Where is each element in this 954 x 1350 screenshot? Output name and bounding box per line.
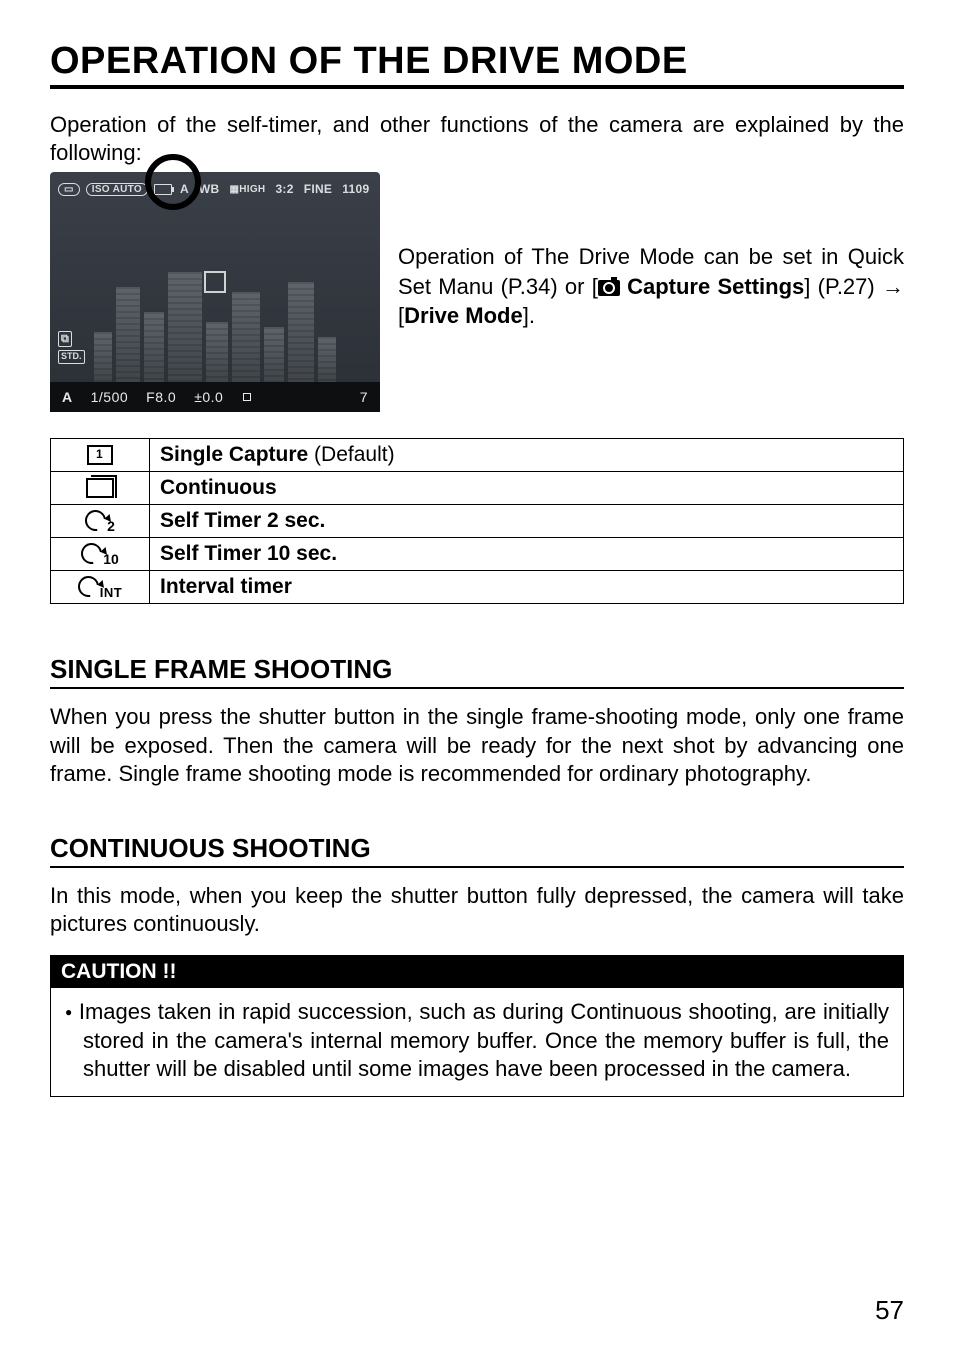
table-row: Continuous (51, 472, 904, 505)
buffer-count: 7 (360, 389, 368, 405)
single-frame-icon (87, 445, 113, 465)
caution-heading: CAUTION !! (51, 956, 903, 988)
af-point-icon (204, 271, 226, 293)
section-rule (50, 866, 904, 868)
self-timer-icon: 10 (81, 543, 119, 566)
exposure-mode: A (62, 389, 73, 405)
iso-chip: ISO AUTO (86, 183, 148, 196)
lcd-left-bar: ⧉ STD. (58, 331, 85, 366)
ratio-label: 3:2 (273, 182, 295, 196)
caution-item: Images taken in rapid succession, such a… (83, 998, 889, 1084)
figure-side-text: Operation of The Drive Mode can be set i… (398, 172, 904, 331)
continuous-icon-cell (51, 472, 150, 505)
continuous-label: Continuous (150, 472, 904, 505)
continuous-body: In this mode, when you keep the shutter … (50, 882, 904, 939)
page-title: OPERATION OF THE DRIVE MODE (50, 40, 904, 83)
drive-mode-chip: ▭ (58, 183, 80, 196)
single-frame-body: When you press the shutter button in the… (50, 703, 904, 789)
format-label: FINE (302, 182, 335, 196)
section-heading-single: SINGLE FRAME SHOOTING (50, 654, 904, 685)
single-capture-label: Single Capture (Default) (150, 439, 904, 472)
section-heading-continuous: CONTINUOUS SHOOTING (50, 833, 904, 864)
table-row: 10 Self Timer 10 sec. (51, 538, 904, 571)
timer10-icon-cell: 10 (51, 538, 150, 571)
remaining-label: 1109 (340, 182, 371, 196)
title-rule (50, 85, 904, 89)
single-capture-icon-cell (51, 439, 150, 472)
table-row: INT Interval timer (51, 571, 904, 604)
lcd-top-bar: ▭ ISO AUTO A WB ▦HIGH 3:2 FINE 1109 (58, 182, 372, 196)
lcd-bottom-bar: A 1/500 F8.0 ±0.0 7 (50, 382, 380, 412)
interval-icon-cell: INT (51, 571, 150, 604)
interval-label: Interval timer (150, 571, 904, 604)
quality-label: ▦HIGH (228, 184, 268, 195)
aperture: F8.0 (146, 389, 176, 405)
camera-lcd-figure: ▭ ISO AUTO A WB ▦HIGH 3:2 FINE 1109 ⧉ ST… (50, 172, 380, 412)
table-row: 2 Self Timer 2 sec. (51, 505, 904, 538)
camera-icon (598, 280, 620, 296)
left-badge-1: ⧉ (58, 331, 72, 347)
table-row: Single Capture (Default) (51, 439, 904, 472)
ev-comp: ±0.0 (194, 389, 223, 405)
left-badge-2: STD. (58, 350, 85, 364)
shutter-speed: 1/500 (91, 389, 129, 405)
timer2-icon-cell: 2 (51, 505, 150, 538)
timer2-label: Self Timer 2 sec. (150, 505, 904, 538)
af-area-icon (241, 391, 253, 403)
continuous-icon (86, 478, 114, 498)
page-number: 57 (875, 1295, 904, 1326)
timer10-label: Self Timer 10 sec. (150, 538, 904, 571)
caution-box: CAUTION !! Images taken in rapid success… (50, 955, 904, 1097)
self-timer-icon: 2 (85, 510, 115, 533)
drive-mode-table: Single Capture (Default) Continuous 2 Se… (50, 438, 904, 604)
section-rule (50, 687, 904, 689)
interval-timer-icon: INT (78, 576, 122, 599)
highlight-circle (145, 154, 201, 210)
